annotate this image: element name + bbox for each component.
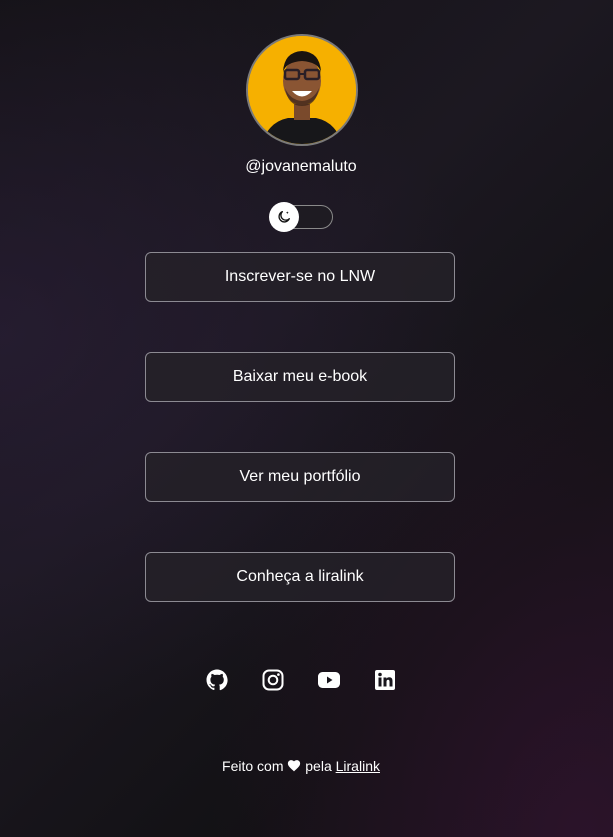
instagram-icon[interactable]	[261, 668, 285, 692]
footer-middle: pela	[305, 758, 332, 774]
github-icon[interactable]	[205, 668, 229, 692]
link-button-portfolio[interactable]: Ver meu portfólio	[145, 452, 455, 502]
page: @jovanemaluto Inscrever-se no LNW Baixar…	[0, 0, 613, 837]
youtube-icon[interactable]	[317, 668, 341, 692]
moon-icon	[278, 211, 290, 223]
liralink-link[interactable]: Liralink	[336, 758, 380, 774]
link-button-ebook[interactable]: Baixar meu e-book	[145, 352, 455, 402]
theme-toggle[interactable]	[269, 202, 333, 232]
footer-prefix: Feito com	[222, 758, 284, 774]
link-button-lnw[interactable]: Inscrever-se no LNW	[145, 252, 455, 302]
avatar	[246, 34, 358, 146]
username: @jovanemaluto	[245, 158, 357, 175]
link-button-liralink[interactable]: Conheça a liralink	[145, 552, 455, 602]
heart-icon	[288, 760, 301, 772]
footer: Feito com pela Liralink	[0, 758, 602, 774]
linkedin-icon[interactable]	[373, 668, 397, 692]
social-links	[205, 668, 397, 692]
theme-toggle-knob[interactable]	[269, 202, 299, 232]
avatar-portrait	[248, 36, 356, 144]
